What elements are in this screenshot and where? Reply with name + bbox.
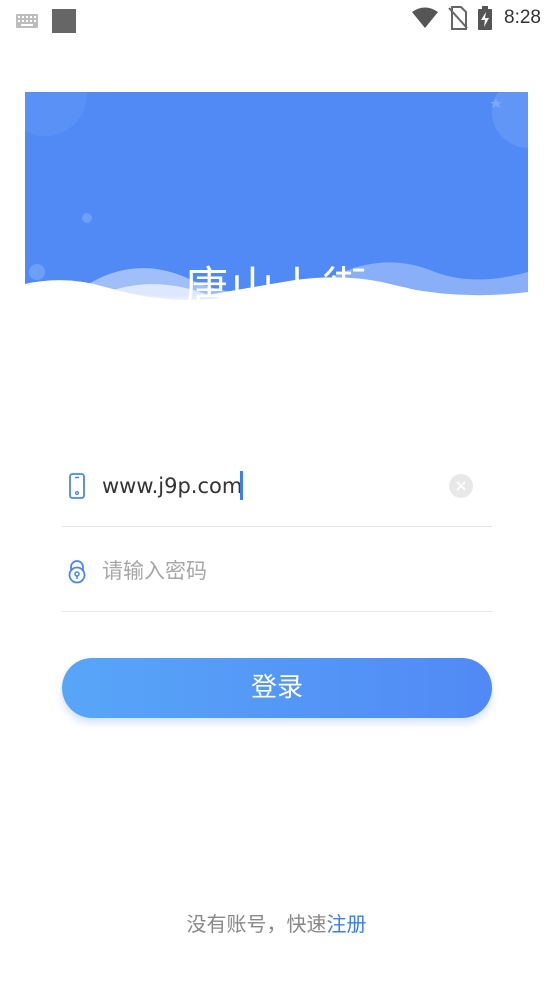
no-sim-icon bbox=[448, 6, 468, 30]
battery-charging-icon bbox=[478, 6, 493, 30]
status-left bbox=[16, 9, 76, 33]
username-input[interactable] bbox=[102, 466, 442, 506]
status-bar: 8:28 bbox=[0, 0, 553, 38]
header-banner: 唐山上街 bbox=[25, 92, 528, 317]
clear-input-button[interactable] bbox=[449, 474, 473, 498]
notification-square-icon bbox=[52, 9, 76, 33]
app-title: 唐山上街 bbox=[184, 263, 369, 314]
register-link[interactable]: 注册 bbox=[327, 912, 367, 936]
clock: 8:28 bbox=[504, 7, 541, 28]
keyboard-icon bbox=[16, 14, 38, 28]
phone-icon bbox=[69, 473, 85, 499]
password-input[interactable] bbox=[102, 551, 442, 591]
lock-icon bbox=[68, 560, 86, 584]
close-icon bbox=[456, 481, 466, 491]
text-cursor bbox=[240, 471, 243, 500]
login-button[interactable]: 登录 bbox=[62, 658, 492, 718]
register-prompt-text: 没有账号，快速 bbox=[186, 912, 327, 936]
username-field[interactable] bbox=[62, 446, 492, 527]
register-prompt: 没有账号，快速注册 bbox=[0, 908, 553, 937]
wifi-icon bbox=[412, 7, 439, 28]
status-right: 8:28 bbox=[412, 6, 541, 30]
password-field[interactable] bbox=[62, 531, 492, 612]
